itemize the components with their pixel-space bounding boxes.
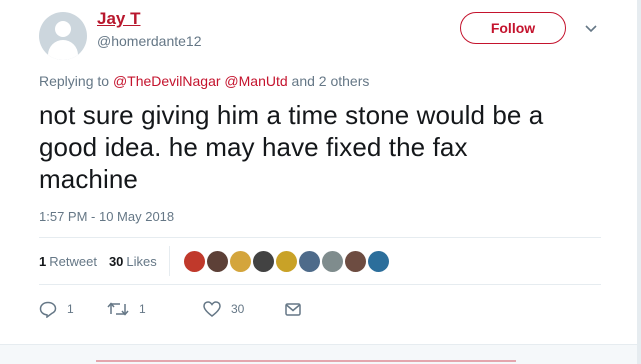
stats-separator — [168, 246, 170, 276]
likes-stat-count: 30 — [108, 253, 124, 269]
retweet-stat-count: 1 — [39, 253, 47, 269]
liker-avatar[interactable] — [298, 250, 320, 272]
replying-suffix[interactable]: and 2 others — [292, 73, 370, 89]
composer-accent-line — [96, 360, 516, 362]
chevron-down-icon[interactable] — [582, 20, 600, 38]
liker-avatars — [183, 250, 391, 272]
scrollbar[interactable] — [637, 0, 641, 364]
retweet-icon — [107, 302, 129, 316]
divider — [39, 284, 601, 285]
retweet-stat-label: Retweet — [49, 253, 97, 269]
tweet-timestamp[interactable]: 1:57 PM - 10 May 2018 — [39, 209, 174, 224]
replying-to: Replying to @TheDevilNagar @ManUtd and 2… — [39, 73, 369, 89]
avatar[interactable] — [39, 12, 87, 60]
avatar-placeholder-body — [48, 40, 78, 60]
liker-avatar[interactable] — [252, 250, 274, 272]
liker-avatar[interactable] — [344, 250, 366, 272]
likes-stat[interactable]: 30 Likes — [109, 254, 157, 269]
mention-link[interactable]: @ManUtd — [224, 73, 287, 89]
retweet-stat[interactable]: 1 Retweet — [39, 254, 97, 269]
like-count: 30 — [231, 302, 245, 316]
liker-avatar[interactable] — [229, 250, 251, 272]
reply-icon — [39, 301, 57, 318]
display-name[interactable]: Jay T — [97, 9, 140, 29]
follow-button[interactable]: Follow — [460, 12, 566, 44]
replying-prefix: Replying to — [39, 73, 110, 89]
retweet-button[interactable]: 1 — [107, 301, 146, 317]
retweet-count: 1 — [139, 302, 146, 316]
user-handle: @homerdante12 — [97, 33, 202, 49]
direct-message-button[interactable] — [285, 302, 301, 316]
liker-avatar[interactable] — [206, 250, 228, 272]
envelope-icon — [285, 302, 301, 316]
heart-icon — [203, 301, 221, 317]
liker-avatar[interactable] — [183, 250, 205, 272]
reply-composer-strip — [0, 344, 641, 364]
likes-stat-label: Likes — [126, 253, 157, 269]
tweet-text: not sure giving him a time stone would b… — [39, 100, 544, 194]
liker-avatar[interactable] — [321, 250, 343, 272]
liker-avatar[interactable] — [275, 250, 297, 272]
reply-count: 1 — [67, 302, 74, 316]
mention-link[interactable]: @TheDevilNagar — [113, 73, 221, 89]
liker-avatar[interactable] — [367, 250, 389, 272]
avatar-placeholder-icon — [55, 21, 71, 37]
tweet-stats: 1 Retweet 30 Likes — [39, 238, 391, 284]
reply-button[interactable]: 1 — [39, 301, 74, 318]
like-button[interactable]: 30 — [203, 301, 244, 317]
